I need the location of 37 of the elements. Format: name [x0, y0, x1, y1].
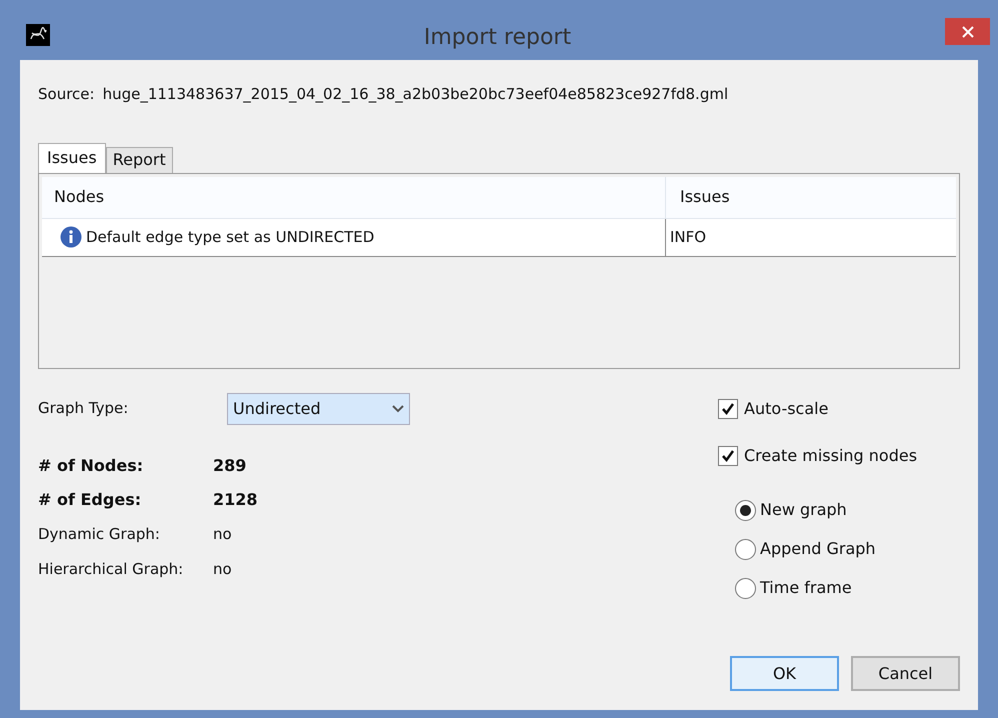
stat-value: 289 [213, 454, 246, 476]
radio-button[interactable] [735, 538, 756, 560]
graph-type-dropdown[interactable]: Undirected [227, 392, 410, 424]
dialog-button[interactable]: OK [730, 656, 839, 691]
dialog-button[interactable]: Cancel [851, 656, 960, 691]
stat-value: no [213, 524, 232, 545]
checkbox-label: Create missing nodes [744, 444, 918, 466]
checkbox-label: Auto-scale [744, 398, 828, 420]
checkbox[interactable] [718, 446, 738, 466]
stat-value: no [213, 558, 232, 580]
table-row[interactable]: Default edge type set as UNDIRECTED INFO [42, 218, 956, 256]
radio-label: Time frame [760, 577, 852, 599]
app-logo-icon [26, 24, 50, 46]
checkbox[interactable] [718, 398, 738, 418]
close-button[interactable] [945, 18, 990, 45]
radio-label: Append Graph [760, 538, 876, 560]
table-cell-text: INFO [670, 226, 706, 248]
chevron-down-icon [392, 404, 404, 412]
info-icon [60, 226, 82, 248]
radio-label: New graph [760, 499, 847, 521]
radio-button[interactable] [735, 578, 756, 598]
stat-label: # of Edges: [38, 488, 142, 510]
column-header[interactable]: Issues [666, 176, 956, 218]
close-icon [962, 26, 974, 38]
window-title: Import report [422, 24, 572, 52]
column-header[interactable]: Nodes [42, 176, 666, 218]
table-cell-text: Default edge type set as UNDIRECTED [86, 226, 374, 248]
stat-label: # of Nodes: [38, 454, 144, 476]
radio-button[interactable] [735, 500, 756, 520]
tab[interactable]: Issues [38, 142, 106, 172]
stat-label: Hierarchical Graph: [38, 558, 184, 580]
stat-label: Dynamic Graph: [38, 524, 161, 545]
source-label: Source: [38, 84, 95, 105]
source-filename: huge_1113483637_2015_04_02_16_38_a2b03be20bc73eef04e85823ce927fd8.gml [102, 84, 728, 105]
tab[interactable]: Report [106, 146, 173, 172]
stat-value: 2128 [213, 488, 258, 510]
field-label: Graph Type: [38, 398, 130, 420]
